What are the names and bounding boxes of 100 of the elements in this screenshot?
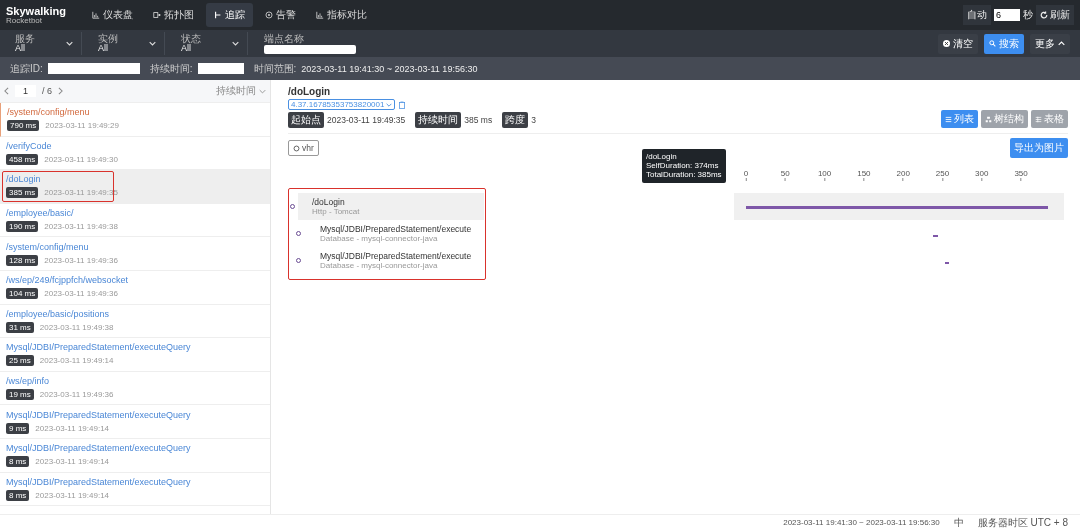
axis-tick-label: 0 (743, 169, 749, 178)
axis-tick-label: 150 (857, 169, 871, 178)
refresh-button[interactable]: 刷新 (1036, 5, 1074, 25)
start-time: 2023-03-11 19:49:30 (44, 154, 118, 164)
duration-badge: 128 ms (6, 254, 39, 266)
nav-tab[interactable]: 拓扑图 (145, 3, 202, 27)
span-component: Database - mysql-connector-java (320, 234, 439, 243)
trace-title: /doLogin (288, 86, 332, 97)
trace-list-item[interactable]: Mysql/JDBI/PreparedStatement/executeQuery 8 ms 2023-03-11 19:49:14 (0, 472, 270, 507)
trace-id-field[interactable] (47, 63, 140, 74)
start-time: 2023-03-11 19:49:14 (35, 457, 110, 467)
language-toggle[interactable]: 中 (953, 515, 964, 530)
node-dot (296, 258, 301, 263)
chart-icon (92, 11, 100, 19)
trace-list-item[interactable]: /ws/ep/info 19 ms 2023-03-11 19:49:36 (0, 371, 270, 406)
trace-list-item[interactable]: /system/config/menu 128 ms 2023-03-11 19:49:36 (0, 237, 270, 271)
filter-dropdown[interactable]: 服务 All (15, 32, 82, 55)
duration-badge: 31 ms (6, 321, 34, 333)
duration-badge: 25 ms (6, 355, 34, 367)
span-row[interactable]: Mysql/JDBI/PreparedStatement/execute Database - mysql-connector-java (298, 247, 484, 274)
auto-refresh-toggle[interactable]: 自动 (963, 5, 991, 25)
nav-tab[interactable]: 告警 (257, 3, 304, 27)
endpoint-name: Mysql/JDBI/PreparedStatement/executeQuery (6, 342, 191, 353)
span-name: Mysql/JDBI/PreparedStatement/execute (320, 251, 473, 261)
more-button[interactable]: 更多 (1030, 33, 1070, 54)
trace-list-item[interactable]: /system/config/menu 790 ms 2023-03-11 19:49:29 (0, 103, 270, 137)
start-time: 2023-03-11 19:49:36 (44, 289, 118, 299)
page-total: / 6 (42, 86, 53, 96)
chevron-down-icon (386, 102, 393, 107)
axis-tick-label: 100 (817, 169, 832, 178)
clear-button[interactable]: 清空 (938, 33, 978, 54)
nav-tab[interactable]: 仪表盘 (84, 3, 141, 27)
list-icon (945, 115, 952, 123)
trace-list-item[interactable]: Mysql/JDBI/PreparedStatement/executeQuery 8 ms 2023-03-11 19:49:14 (0, 438, 270, 473)
field-label: 持续时间: (149, 61, 193, 76)
tag-value: 385 ms (464, 115, 493, 125)
refresh-icon (1040, 11, 1048, 19)
duration-badge: 8 ms (6, 489, 30, 501)
trace-list-item[interactable]: /employee/basic/positions 31 ms 2023-03-11 19:49:38 (0, 304, 270, 339)
duration-field[interactable] (197, 63, 244, 74)
previous-page-icon[interactable] (4, 87, 9, 95)
endpoint-field[interactable] (264, 45, 356, 54)
endpoint-name: Mysql/JDBI/PreparedStatement/executeQuery (6, 409, 191, 420)
next-page-icon[interactable] (58, 87, 64, 95)
trace-id-select[interactable]: 4.37.16785353753820001 (288, 99, 396, 110)
service-chip[interactable]: vhr (288, 140, 319, 156)
nav-tab[interactable]: 指标对比 (308, 3, 375, 27)
field-label: 追踪ID: (10, 61, 43, 76)
nav-tab[interactable]: 追踪 (206, 3, 253, 27)
start-time: 2023-03-11 19:49:14 (35, 423, 110, 433)
span-component: Http - Tomcat (312, 207, 361, 216)
brand-logo: Skywalking Rocketbot (6, 5, 67, 25)
table-icon (1035, 115, 1042, 123)
chevron-down-icon (66, 41, 73, 46)
server-timezone: 服务器时区 UTC + 8 (977, 515, 1068, 530)
field-label: 端点名称 (264, 33, 305, 44)
endpoint-name: /employee/basic/positions (6, 308, 111, 319)
chevron-down-icon (232, 41, 239, 46)
alarm-icon (265, 11, 273, 19)
trace-list-item[interactable]: Mysql/JDBI/PreparedStatement/executeQuery 9 ms 2023-03-11 19:49:14 (0, 405, 270, 439)
endpoint-name: /doLogin (6, 174, 42, 185)
span-name: Mysql/JDBI/PreparedStatement/execute (320, 224, 473, 234)
clear-icon (943, 40, 950, 47)
tag-label: 跨度 (502, 112, 529, 128)
trace-list-item[interactable]: /employee/basic/ 190 ms 2023-03-11 19:49:38 (0, 203, 270, 238)
tree-icon (985, 115, 992, 123)
trace-list-item[interactable]: /ws/ep/249/fcjppfch/websocket 104 ms 2023-03-11 19:49:36 (0, 270, 270, 305)
span-row[interactable]: Mysql/JDBI/PreparedStatement/execute Database - mysql-connector-java (298, 220, 484, 247)
sort-dropdown[interactable]: 持续时间 (216, 84, 256, 98)
span-component: Database - mysql-connector-java (320, 261, 439, 270)
chart-icon (316, 11, 324, 19)
filter-dropdown[interactable]: 状态 All (181, 32, 248, 55)
tag-value: 3 (531, 115, 536, 125)
trace-list-item[interactable]: Mysql/JDBI/PreparedStatement/executeQuery 25 ms 2023-03-11 19:49:14 (0, 338, 270, 372)
span-name: /doLogin (312, 197, 346, 207)
duration-badge: 790 ms (7, 120, 40, 132)
endpoint-name: /verifyCode (6, 140, 53, 151)
axis-tick-label: 200 (896, 169, 910, 178)
ring-icon (293, 144, 300, 152)
tooltip-line: TotalDuration: 385ms (646, 170, 722, 180)
node-dot (296, 231, 301, 236)
endpoint-name: /ws/ep/info (6, 376, 51, 387)
endpoint-name: Mysql/JDBI/PreparedStatement/executeQuery (6, 443, 191, 454)
duration-badge: 9 ms (6, 422, 30, 434)
endpoint-name: Mysql/JDBI/PreparedStatement/executeQuery (6, 476, 191, 487)
topology-icon (153, 11, 161, 19)
interval-unit: 秒 (1023, 8, 1033, 22)
duration-badge: 458 ms (6, 153, 39, 165)
tag-value: 2023-03-11 19:49:35 (327, 115, 406, 125)
filter-dropdown[interactable]: 实例 All (98, 32, 165, 55)
chevron-down-icon (259, 88, 266, 94)
copy-icon[interactable] (399, 100, 406, 109)
page-field[interactable]: 1 (15, 85, 36, 97)
start-time: 2023-03-11 19:49:29 (45, 121, 119, 131)
footer-time-range: 2023-03-11 19:41:30 ~ 2023-03-11 19:56:30 (783, 518, 940, 527)
tooltip-line: SelfDuration: 374ms (646, 161, 720, 171)
start-time: 2023-03-11 19:49:36 (44, 255, 118, 265)
start-time: 2023-03-11 19:49:36 (39, 390, 114, 400)
duration-badge: 104 ms (6, 288, 39, 300)
interval-field[interactable]: 6 (994, 9, 1020, 21)
